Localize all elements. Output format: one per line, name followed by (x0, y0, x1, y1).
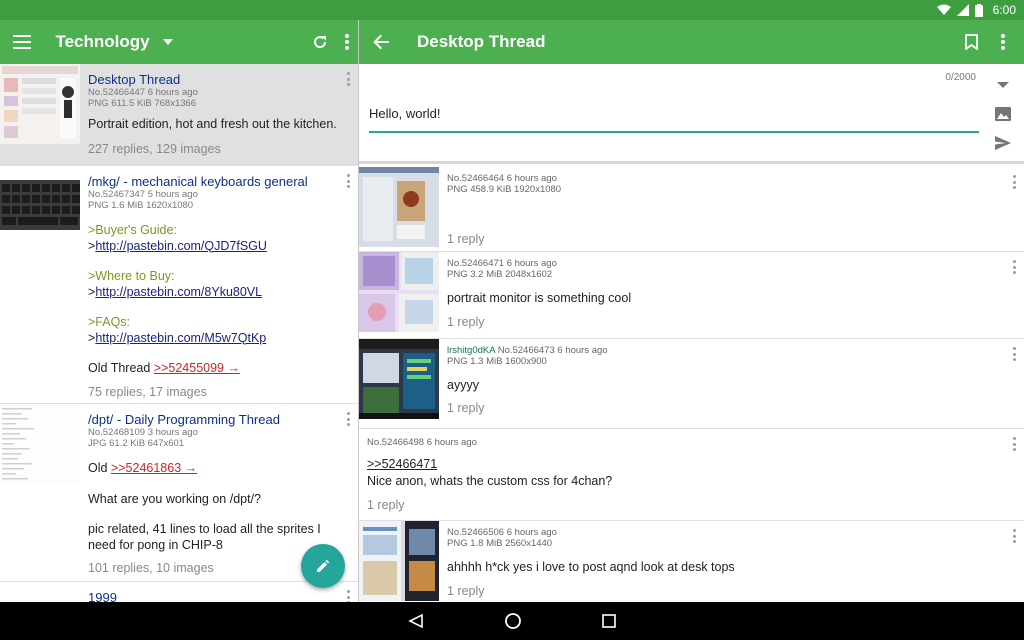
thread-file-info: PNG 1.6 MiB 1620x1080 (88, 200, 194, 211)
reply-input[interactable]: Hello, world! (369, 106, 979, 133)
pencil-icon (317, 559, 330, 572)
thread-card[interactable]: Desktop Thread No.52466447 6 hours ago P… (0, 64, 358, 166)
thread-card[interactable]: /mkg/ - mechanical keyboards general No.… (0, 166, 358, 404)
reply-count[interactable]: 1 reply (447, 400, 1024, 416)
thread-thumbnail[interactable] (0, 166, 80, 246)
post-info: No.52466464 6 hours ago (447, 173, 557, 184)
thread-text: Portrait edition, hot and fresh out the … (88, 117, 337, 131)
home-icon[interactable] (504, 612, 522, 630)
thread-file-info: JPG 61.2 KiB 647x601 (88, 438, 185, 449)
thread-overflow-menu-icon[interactable] (991, 30, 1015, 54)
greentext: >Buyer's Guide: (88, 223, 177, 237)
old-thread-link[interactable]: >>52461863 → (111, 461, 197, 475)
signal-icon (956, 4, 969, 16)
thread-title: 1999 (88, 590, 117, 602)
post-text: Nice anon, whats the custom css for 4cha… (367, 474, 613, 488)
system-navigation-bar (0, 602, 1024, 640)
greentext: >Where to Buy: (88, 269, 175, 283)
thread-card[interactable]: 1999 (0, 582, 358, 602)
post-menu-icon[interactable] (1012, 175, 1016, 189)
thread-text: pic related, 41 lines to load all the sp… (88, 522, 321, 552)
overflow-menu-icon[interactable] (337, 30, 358, 54)
thread-title: Desktop Thread (88, 72, 181, 87)
char-counter: 0/2000 (945, 72, 976, 83)
thread-stats: 75 replies, 17 images (88, 384, 207, 399)
pastebin-link[interactable]: http://pastebin.com/8Yku80VL (95, 285, 262, 299)
thread-menu-icon[interactable] (346, 174, 350, 188)
old-thread-label: Old (88, 461, 108, 475)
thread-stats: 227 replies, 129 images (88, 141, 221, 156)
post-info: No.52466473 6 hours ago (497, 345, 608, 356)
quote-link[interactable]: >>52466471 (367, 456, 437, 472)
post[interactable]: No.52466498 6 hours ago >>52466471 Nice … (359, 429, 1024, 521)
post[interactable]: No.52466471 6 hours ago PNG 3.2 MiB 2048… (359, 252, 1024, 339)
thread-title: /mkg/ - mechanical keyboards general (88, 174, 308, 189)
thread-text: What are you working on /dpt/? (88, 491, 262, 506)
send-icon[interactable] (994, 134, 1012, 152)
old-thread-link[interactable]: >>52455099 → (154, 361, 240, 375)
post-file-info: PNG 1.8 MiB 2560x1440 (447, 538, 553, 549)
refresh-icon[interactable] (309, 30, 330, 54)
thread-menu-icon[interactable] (346, 72, 350, 86)
expand-options-icon[interactable] (994, 76, 1012, 94)
post-file-info: PNG 458.9 KiB 1920x1080 (447, 184, 562, 195)
thread-menu-icon[interactable] (346, 412, 350, 426)
wifi-icon (936, 4, 951, 15)
thread-menu-icon[interactable] (346, 590, 350, 602)
post-info: No.52466506 6 hours ago (447, 527, 557, 538)
poster-name: lrshitg0dKA (447, 345, 496, 356)
old-thread-label: Old Thread (88, 361, 151, 375)
post-thumbnail[interactable] (359, 167, 439, 247)
back-arrow-icon[interactable] (369, 30, 393, 54)
post-text: ayyyy (447, 378, 479, 392)
board-toolbar: Technology (0, 20, 358, 64)
clock: 6:00 (992, 3, 1016, 17)
thread-post-info: No.52468109 3 hours ago (88, 427, 198, 438)
thread-file-info: PNG 611.5 KiB 768x1366 (88, 98, 197, 109)
thread-thumbnail[interactable] (0, 404, 80, 484)
reply-count[interactable]: 1 reply (367, 497, 1024, 513)
thread-title: Desktop Thread (417, 32, 546, 51)
post-text: portrait monitor is something cool (447, 291, 632, 305)
recents-icon[interactable] (602, 614, 616, 628)
back-icon[interactable] (408, 613, 424, 629)
post-file-info: PNG 3.2 MiB 2048x1602 (447, 269, 553, 280)
post-thumbnail[interactable] (359, 521, 439, 601)
greentext: >FAQs: (88, 315, 131, 329)
board-title[interactable]: Technology (55, 32, 149, 52)
post-info: No.52466498 6 hours ago (367, 437, 477, 448)
thread-post-info: No.52466447 6 hours ago (88, 87, 198, 98)
post-thumbnail[interactable] (359, 339, 439, 419)
reply-box: 0/2000 Hello, world! (359, 64, 1024, 164)
thread-post-info: No.52467347 5 hours ago (88, 189, 198, 200)
bookmark-icon[interactable] (959, 30, 983, 54)
thread-title: /dpt/ - Daily Programming Thread (88, 412, 280, 427)
battery-icon (974, 3, 983, 17)
reply-count[interactable]: 1 reply (447, 314, 1024, 330)
dropdown-arrow-icon[interactable] (158, 30, 179, 54)
thread-thumbnail[interactable] (0, 64, 80, 144)
pastebin-link[interactable]: http://pastebin.com/M5w7QtKp (95, 331, 266, 345)
post-file-info: PNG 1.3 MiB 1600x900 (447, 356, 547, 367)
post-menu-icon[interactable] (1012, 529, 1016, 543)
thread-toolbar: Desktop Thread (359, 20, 1024, 64)
post-thumbnail[interactable] (359, 252, 439, 332)
post-list: No.52466464 6 hours ago PNG 458.9 KiB 19… (359, 167, 1024, 602)
new-thread-button[interactable] (301, 544, 345, 588)
post-text: ahhhh h*ck yes i love to post aqnd look … (447, 560, 735, 574)
reply-count[interactable]: 1 reply (447, 583, 1024, 599)
pastebin-link[interactable]: http://pastebin.com/QJD7fSGU (95, 239, 267, 253)
reply-count[interactable]: 1 reply (447, 231, 1024, 247)
post-info: No.52466471 6 hours ago (447, 258, 557, 269)
status-bar: 6:00 (0, 0, 1024, 20)
post[interactable]: No.52466464 6 hours ago PNG 458.9 KiB 19… (359, 167, 1024, 252)
attach-image-icon[interactable] (994, 105, 1012, 123)
post-menu-icon[interactable] (1012, 347, 1016, 361)
thread-list: Desktop Thread No.52466447 6 hours ago P… (0, 64, 358, 602)
post[interactable]: lrshitg0dKA No.52466473 6 hours ago PNG … (359, 339, 1024, 429)
post-menu-icon[interactable] (1012, 260, 1016, 274)
post[interactable]: No.52466506 6 hours ago PNG 1.8 MiB 2560… (359, 521, 1024, 602)
menu-icon[interactable] (11, 30, 32, 54)
post-menu-icon[interactable] (1012, 437, 1016, 451)
